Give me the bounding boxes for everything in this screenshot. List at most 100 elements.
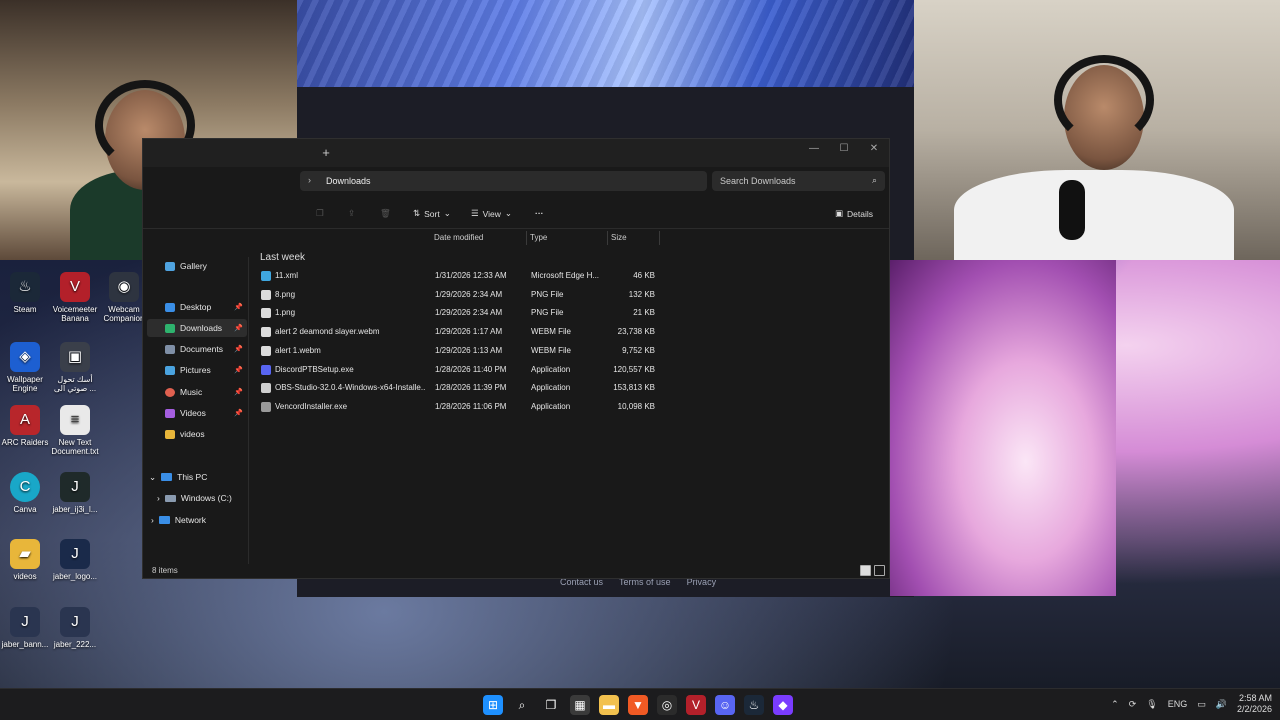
- desktop-icon-voice-changer[interactable]: ▣ أسك تحول صوتي الى ...: [50, 342, 100, 393]
- monitor-icon[interactable]: ▭: [1197, 699, 1206, 710]
- search-icon[interactable]: ⌕: [872, 175, 877, 186]
- file-explorer-window: + — ☐ ✕ › Downloads Search Downloads ⌕ ❐…: [142, 138, 890, 579]
- maximize-button[interactable]: ☐: [829, 139, 859, 159]
- file-row[interactable]: OBS-Studio-32.0.4-Windows-x64-Installe..…: [257, 379, 661, 397]
- language-indicator[interactable]: ENG: [1168, 699, 1188, 709]
- desktop-icon-text-document[interactable]: ≡ New Text Document.txt: [50, 405, 100, 456]
- nav-item-pictures[interactable]: Pictures 📌: [147, 361, 247, 379]
- network-status-icon[interactable]: ⟳: [1129, 699, 1137, 710]
- breadcrumb-downloads[interactable]: Downloads: [326, 176, 371, 186]
- file-row[interactable]: VencordInstaller.exe 1/28/2026 11:06 PM Ap…: [257, 398, 661, 416]
- nav-item-gallery[interactable]: Gallery: [147, 257, 247, 275]
- microphone-icon[interactable]: 🎙: [1146, 699, 1157, 710]
- file-icon: [261, 271, 271, 281]
- file-row[interactable]: alert 2 deamond slayer.webm 1/29/2026 1:1…: [257, 323, 661, 341]
- webcam-icon: ◉: [109, 272, 139, 302]
- chevron-down-icon: ⌄: [443, 208, 451, 218]
- canva-icon: C: [10, 472, 40, 502]
- column-type[interactable]: Type: [527, 231, 608, 245]
- chevron-down-icon: ⌄: [504, 208, 513, 218]
- minimize-button[interactable]: —: [799, 139, 829, 159]
- search-input[interactable]: Search Downloads ⌕: [712, 171, 885, 191]
- desktop-icon-videos-folder[interactable]: ▰ videos: [0, 539, 50, 581]
- file-size: 153,813 KB: [613, 383, 655, 393]
- desktop-icon-wallpaper-engine[interactable]: ◈ Wallpaper Engine: [0, 342, 50, 393]
- desktop-icon-steam[interactable]: ♨ Steam: [0, 272, 50, 314]
- desktop-icon-canva[interactable]: C Canva: [0, 472, 50, 514]
- address-bar[interactable]: › Downloads: [300, 171, 707, 191]
- obs-icon[interactable]: ◎: [657, 695, 677, 715]
- pin-icon: 📌: [234, 346, 243, 353]
- desktop-icon-jaber-logo[interactable]: Jjaber_logo...: [50, 539, 100, 581]
- tiles-view-icon[interactable]: [874, 565, 885, 576]
- start-icon[interactable]: ⊞: [483, 695, 503, 715]
- file-name: alert 1.webm: [275, 345, 321, 355]
- more-options-button[interactable]: ···: [535, 208, 544, 218]
- nav-item-documents[interactable]: Documents 📌: [147, 340, 247, 358]
- pink-artwork: [890, 260, 1116, 596]
- desktop-icon-voicemeeter[interactable]: V Voicemeeter Banana: [50, 272, 100, 323]
- system-tray: ⌃ ⟳ 🎙 ENG ▭ 🔊 2:58 AM 2/2/2026: [1111, 693, 1272, 715]
- file-explorer-icon[interactable]: ▬: [599, 695, 619, 715]
- share-icon[interactable]: ⇪: [348, 208, 355, 219]
- view-button[interactable]: ☰ View ⌄: [471, 208, 512, 219]
- chevron-up-icon[interactable]: ⌃: [1111, 699, 1119, 710]
- clock-time: 2:58 AM: [1238, 693, 1272, 703]
- column-date-modified[interactable]: Date modified: [431, 231, 527, 245]
- nav-item-this-pc[interactable]: ⌄ This PC: [149, 468, 249, 486]
- details-view-icon[interactable]: [860, 565, 871, 576]
- volume-icon[interactable]: 🔊: [1216, 699, 1227, 710]
- steam-icon[interactable]: ♨: [744, 695, 764, 715]
- copy-icon[interactable]: ❐: [316, 208, 324, 219]
- new-tab-button[interactable]: +: [318, 145, 334, 161]
- desktop-icon-jaber-banner[interactable]: Jjaber_bann...: [0, 607, 50, 649]
- file-type: Application: [531, 383, 571, 393]
- chevron-right-icon[interactable]: ›: [308, 175, 311, 185]
- nav-item-videos-folder[interactable]: videos: [147, 425, 247, 443]
- store-icon[interactable]: ▦: [570, 695, 590, 715]
- nav-label: videos: [180, 429, 205, 439]
- network-icon: [158, 516, 170, 524]
- view-toggles: [860, 565, 885, 576]
- nav-item-music[interactable]: Music 📌: [147, 383, 247, 401]
- clock[interactable]: 2:58 AM 2/2/2026: [1237, 693, 1272, 715]
- chevron-right-icon[interactable]: ›: [151, 515, 154, 525]
- file-date: 1/29/2026 2:34 AM: [435, 308, 503, 318]
- search-icon[interactable]: ⌕: [512, 695, 532, 715]
- nav-item-network[interactable]: › Network: [151, 511, 251, 529]
- delete-icon[interactable]: 🗑: [380, 208, 391, 219]
- details-pane-button[interactable]: ▣ Details: [835, 208, 873, 219]
- nav-label: Videos: [180, 408, 206, 418]
- drive-icon: [164, 494, 176, 502]
- voicemeeter-icon[interactable]: V: [686, 695, 706, 715]
- desktop-icon-label: Voicemeeter Banana: [52, 305, 98, 323]
- close-button[interactable]: ✕: [859, 139, 889, 159]
- file-row[interactable]: 8.png 1/29/2026 2:34 AM PNG File 132 KB: [257, 286, 661, 304]
- nav-item-windows-c[interactable]: › Windows (C:): [157, 489, 257, 507]
- nav-item-videos[interactable]: Videos 📌: [147, 404, 247, 422]
- desktop-icon-arc-raiders[interactable]: A ARC Raiders: [0, 405, 50, 447]
- column-size[interactable]: Size: [608, 231, 660, 245]
- desktop-icon-jaber-ij3i[interactable]: Jjaber_ij3i_l...: [50, 472, 100, 514]
- webcam-right: [914, 0, 1280, 260]
- nav-item-desktop[interactable]: Desktop 📌: [147, 298, 247, 316]
- nav-item-downloads[interactable]: Downloads 📌: [147, 319, 247, 337]
- file-row[interactable]: 1.png 1/29/2026 2:34 AM PNG File 21 KB: [257, 304, 661, 322]
- chevron-down-icon[interactable]: ⌄: [149, 472, 156, 483]
- group-header-last-week[interactable]: Last week: [260, 252, 305, 263]
- file-name: DiscordPTBSetup.exe: [275, 364, 354, 374]
- desktop-icon-label: أسك تحول صوتي الى ...: [53, 375, 97, 393]
- search-placeholder: Search Downloads: [720, 176, 796, 186]
- brave-icon[interactable]: ▼: [628, 695, 648, 715]
- discord-icon[interactable]: ☺: [715, 695, 735, 715]
- chevron-right-icon[interactable]: ›: [157, 493, 160, 503]
- file-name: 1.png: [275, 308, 296, 318]
- task-view-icon[interactable]: ❐: [541, 695, 561, 715]
- desktop-icon-jaber-222[interactable]: Jjaber_222...: [50, 607, 100, 649]
- elgato-icon[interactable]: ◆: [773, 695, 793, 715]
- sort-button[interactable]: ⇅ Sort ⌄: [413, 208, 451, 219]
- microphone-icon: [1059, 180, 1085, 240]
- file-row[interactable]: 11.xml 1/31/2026 12:33 AM Microsoft Edge H…: [257, 267, 661, 285]
- file-row[interactable]: alert 1.webm 1/29/2026 1:13 AM WEBM File 9,…: [257, 342, 661, 360]
- file-row[interactable]: DiscordPTBSetup.exe 1/28/2026 11:40 PM App…: [257, 361, 661, 379]
